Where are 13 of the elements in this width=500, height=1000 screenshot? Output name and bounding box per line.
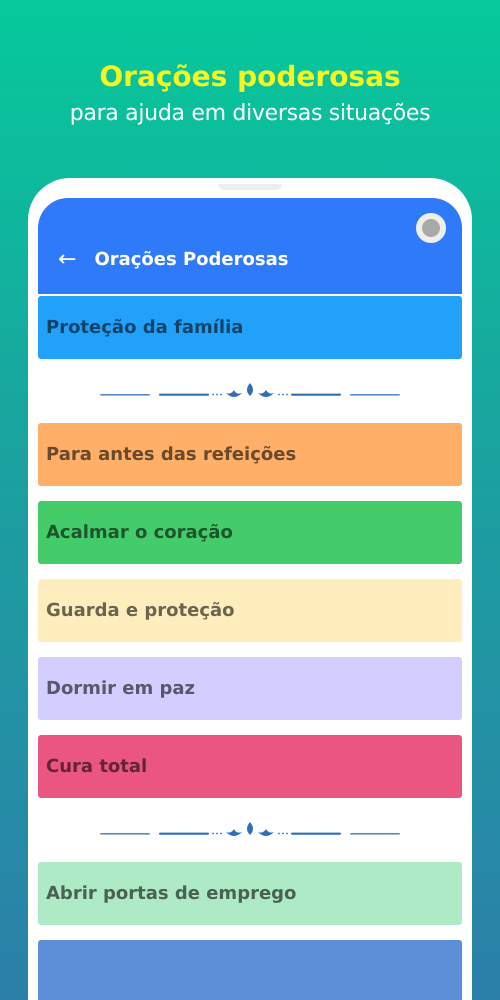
app-title: Orações Poderosas xyxy=(94,249,288,270)
promo-subtitle: para ajuda em diversas situações xyxy=(70,101,430,126)
promo-title: Orações poderosas xyxy=(99,60,401,93)
prayer-item[interactable]: Dormir em paz xyxy=(38,657,462,720)
prayer-item[interactable]: Para antes das refeições xyxy=(38,423,462,486)
prayer-item[interactable]: Proteção da família xyxy=(38,296,462,359)
prayer-item[interactable]: Abrir portas de emprego xyxy=(38,862,462,925)
prayer-item[interactable]: Guarda e proteção xyxy=(38,579,462,642)
prayer-item[interactable]: Cura total xyxy=(38,735,462,798)
camera-icon xyxy=(416,213,446,243)
prayer-item[interactable]: Acalmar o coração xyxy=(38,501,462,564)
prayer-item[interactable] xyxy=(38,940,462,1000)
back-button[interactable]: ← xyxy=(58,247,76,272)
